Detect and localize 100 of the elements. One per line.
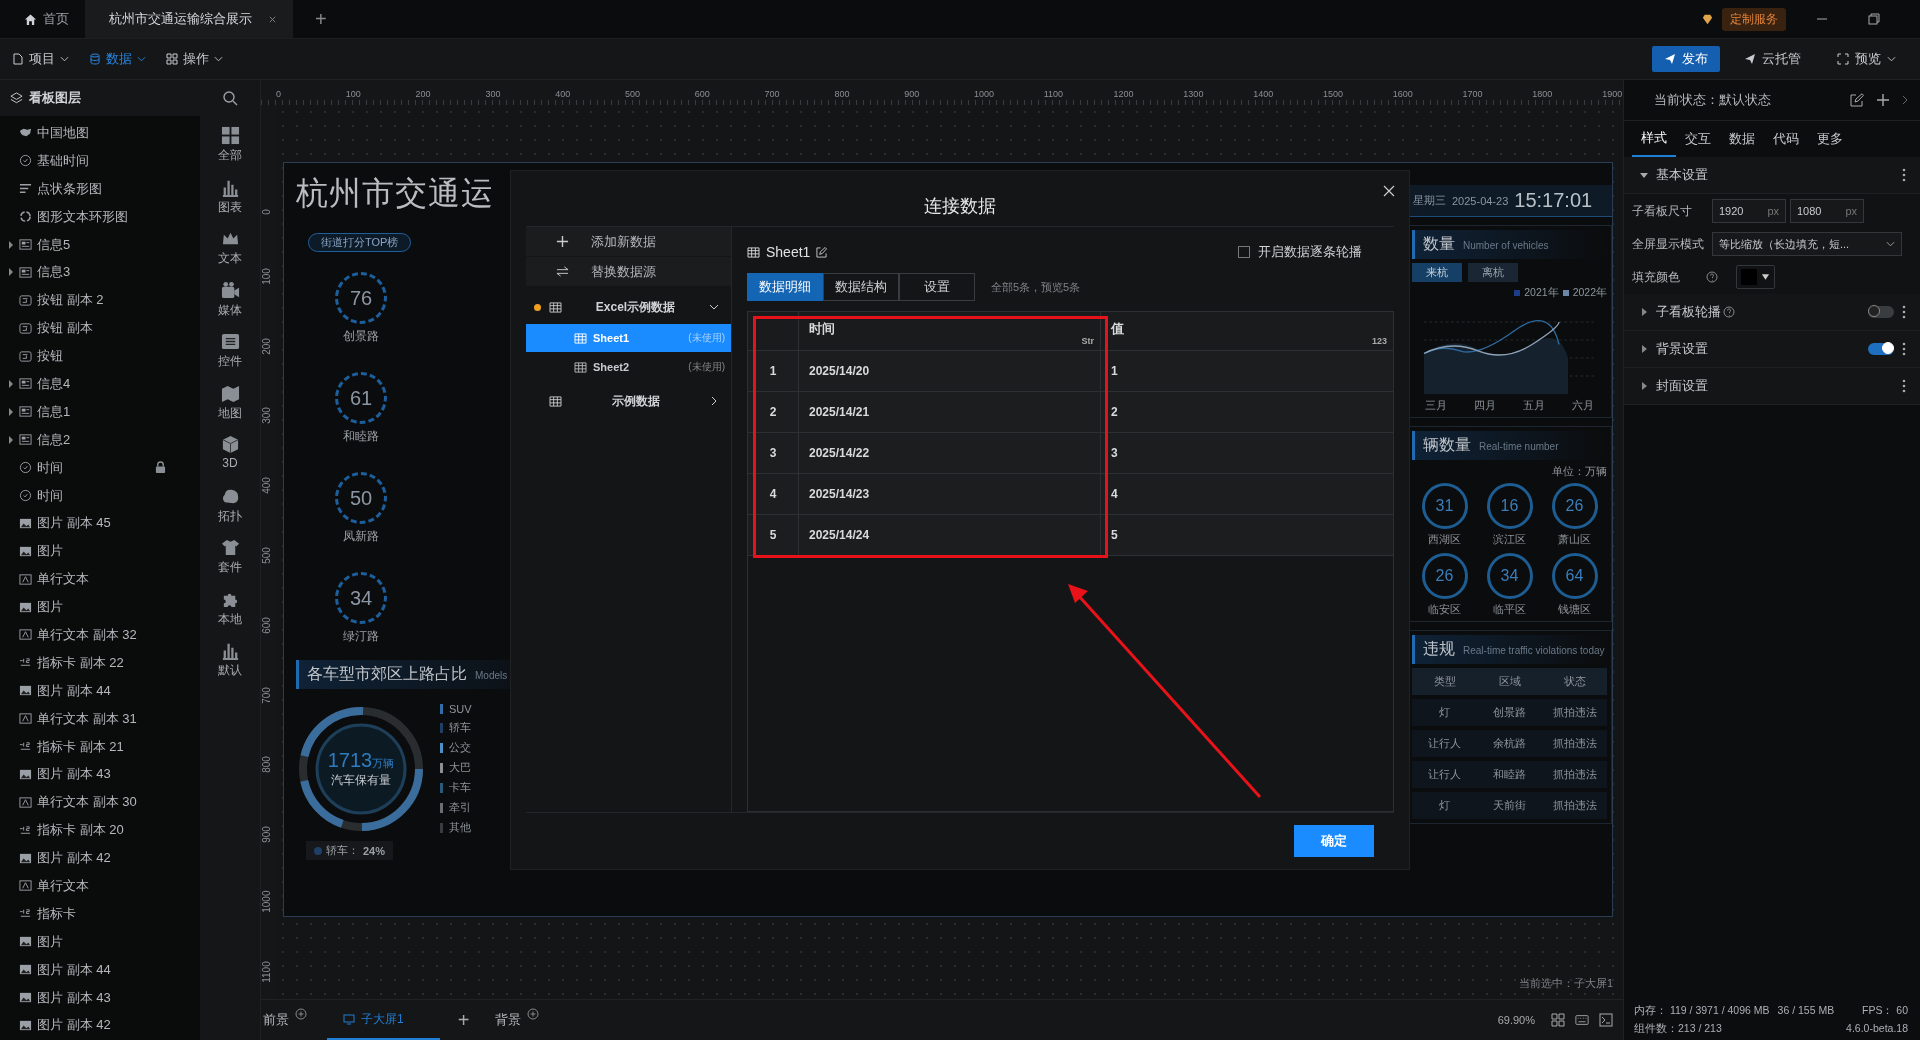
- plus-icon[interactable]: [1876, 93, 1890, 107]
- layer-group-label[interactable]: 背景: [493, 1011, 522, 1029]
- category-button[interactable]: 本地: [218, 589, 242, 641]
- layer-item[interactable]: 信息2: [0, 425, 200, 454]
- terminal-icon[interactable]: [1599, 1013, 1613, 1027]
- layer-item[interactable]: 单行文本 副本 32: [0, 621, 200, 649]
- caret-right-icon[interactable]: [1640, 308, 1648, 316]
- close-icon[interactable]: [1383, 185, 1395, 197]
- layer-item[interactable]: 单行文本 副本 30: [0, 788, 200, 817]
- more-icon[interactable]: [1902, 379, 1906, 393]
- menu-button[interactable]: 项目: [12, 50, 69, 68]
- menu-button[interactable]: 数据: [89, 50, 146, 68]
- category-button[interactable]: 全部: [218, 126, 242, 178]
- caret-right-icon[interactable]: [8, 268, 14, 277]
- toggle-switch[interactable]: [1868, 306, 1894, 318]
- dataset-item[interactable]: 示例数据: [526, 385, 731, 417]
- layer-item[interactable]: 图片 副本 42: [0, 844, 200, 873]
- layer-item[interactable]: 图片 副本 44: [0, 955, 200, 984]
- inspector-tab[interactable]: 代码: [1764, 121, 1808, 157]
- category-button[interactable]: 套件: [218, 538, 242, 590]
- category-button[interactable]: 图表: [218, 177, 242, 229]
- add-circle-icon[interactable]: [295, 1008, 307, 1020]
- caret-right-icon[interactable]: [8, 435, 14, 444]
- caret-right-icon[interactable]: [1640, 382, 1648, 390]
- chevron-down-icon[interactable]: [709, 302, 719, 312]
- search-icon[interactable]: [222, 90, 238, 106]
- new-tab-button[interactable]: +: [315, 7, 327, 31]
- layer-item[interactable]: 图片 副本 43: [0, 983, 200, 1012]
- layer-item[interactable]: 图片 副本 44: [0, 676, 200, 705]
- layer-item[interactable]: 时间: [0, 453, 200, 482]
- caret-right-icon[interactable]: [1640, 345, 1648, 353]
- layer-item[interactable]: 时间: [0, 481, 200, 510]
- add-data-button[interactable]: 添加新数据: [526, 227, 731, 257]
- custom-service-button[interactable]: 定制服务: [1722, 7, 1786, 31]
- display-mode-select[interactable]: 等比缩放（长边填充，短...: [1712, 232, 1902, 256]
- help-icon[interactable]: [1723, 306, 1735, 318]
- app-tab[interactable]: 首页: [0, 0, 85, 38]
- layer-item[interactable]: 中国地图: [0, 119, 200, 147]
- chart-tab[interactable]: 来杭: [1412, 263, 1462, 282]
- caret-right-icon[interactable]: [8, 240, 14, 249]
- layer-item[interactable]: 按钮: [0, 342, 200, 370]
- restore-icon[interactable]: [1868, 13, 1880, 25]
- color-picker[interactable]: [1736, 265, 1775, 289]
- category-button[interactable]: 地图: [218, 383, 242, 435]
- inspector-tab[interactable]: 更多: [1808, 121, 1852, 157]
- layer-item[interactable]: 单行文本: [0, 565, 200, 594]
- publish-button[interactable]: 发布: [1652, 46, 1720, 72]
- height-field[interactable]: 1080 px: [1790, 199, 1864, 223]
- add-circle-icon[interactable]: [527, 1008, 540, 1020]
- layer-item[interactable]: 图片 副本 42: [0, 1011, 200, 1040]
- screen-tab[interactable]: 子大屏1: [327, 1000, 440, 1040]
- edit-icon[interactable]: [1850, 93, 1864, 107]
- dataset-item[interactable]: Excel示例数据: [526, 291, 731, 323]
- layer-item[interactable]: 信息3: [0, 258, 200, 287]
- layer-item[interactable]: 指标卡 副本 22: [0, 648, 200, 677]
- layer-item[interactable]: 指标卡 副本 20: [0, 816, 200, 845]
- more-icon[interactable]: [1902, 342, 1906, 356]
- keyboard-icon[interactable]: [1575, 1013, 1589, 1027]
- layer-item[interactable]: 信息1: [0, 397, 200, 426]
- category-button[interactable]: 3D: [220, 435, 240, 487]
- layer-item[interactable]: 图片: [0, 537, 200, 566]
- view-tab[interactable]: 数据结构: [823, 273, 899, 301]
- layer-item[interactable]: 基础时间: [0, 146, 200, 175]
- toggle-switch[interactable]: [1868, 343, 1894, 355]
- layer-group-label[interactable]: 前景: [261, 1011, 289, 1029]
- layer-item[interactable]: 指标卡: [0, 899, 200, 928]
- add-screen-button[interactable]: +: [457, 1008, 470, 1032]
- preview-button[interactable]: 预览: [1825, 46, 1908, 72]
- layer-item[interactable]: 图片: [0, 593, 200, 622]
- category-button[interactable]: 默认: [218, 641, 242, 693]
- view-tab[interactable]: 数据明细: [747, 273, 823, 301]
- layer-item[interactable]: 指标卡 副本 21: [0, 732, 200, 761]
- category-button[interactable]: 文本: [218, 229, 242, 281]
- layer-item[interactable]: 图片: [0, 927, 200, 956]
- app-tab[interactable]: 杭州市交通运输综合展示: [85, 0, 293, 38]
- layer-item[interactable]: 单行文本 副本 31: [0, 704, 200, 733]
- layer-item[interactable]: 按钮 副本: [0, 314, 200, 343]
- more-icon[interactable]: [1902, 305, 1906, 319]
- autoplay-checkbox[interactable]: 开启数据逐条轮播: [1238, 243, 1362, 261]
- layer-item[interactable]: 点状条形图: [0, 174, 200, 203]
- layer-item[interactable]: 图片 副本 43: [0, 760, 200, 789]
- cloud-button[interactable]: 云托管: [1732, 46, 1813, 72]
- category-button[interactable]: 控件: [218, 332, 242, 384]
- chart-tab[interactable]: 离杭: [1468, 263, 1518, 282]
- lock-icon[interactable]: [155, 461, 166, 475]
- zoom-level[interactable]: 69.90%: [1497, 1014, 1535, 1026]
- edit-icon[interactable]: [816, 246, 828, 258]
- caret-right-icon[interactable]: [8, 379, 14, 388]
- section-title[interactable]: 基本设置: [1656, 166, 1708, 184]
- layer-item[interactable]: 信息5: [0, 230, 200, 259]
- layer-item[interactable]: 图片 副本 45: [0, 509, 200, 538]
- layer-item[interactable]: 图形文本环形图: [0, 202, 200, 231]
- category-button[interactable]: 拓扑: [218, 486, 242, 538]
- section-title[interactable]: 子看板轮播: [1656, 303, 1721, 321]
- section-title[interactable]: 背景设置: [1656, 340, 1708, 358]
- width-field[interactable]: 1920 px: [1712, 199, 1786, 223]
- layer-item[interactable]: 信息4: [0, 370, 200, 398]
- more-icon[interactable]: [1902, 168, 1906, 182]
- layer-item[interactable]: 单行文本: [0, 872, 200, 900]
- sheet-item[interactable]: Sheet2 (未使用): [526, 353, 731, 381]
